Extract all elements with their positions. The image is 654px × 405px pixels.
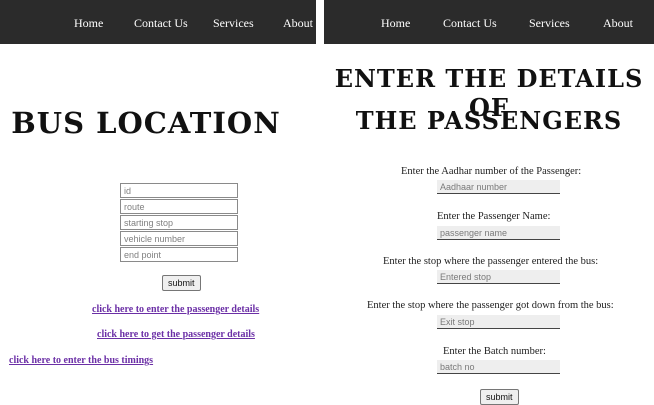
entered-stop-prompt: Enter the stop where the passenger enter… — [383, 256, 599, 267]
right-navbar: Home Contact Us Services About — [324, 0, 654, 44]
get-passenger-details-link[interactable]: click here to get the passenger details — [97, 329, 255, 340]
passenger-name-prompt: Enter the Passenger Name: — [437, 211, 551, 222]
page-title: BUS LOCATION — [11, 106, 281, 140]
left-navbar: Home Contact Us Services About — [0, 0, 316, 44]
aadhar-prompt: Enter the Aadhar number of the Passenger… — [401, 166, 582, 177]
bus-location-panel: Home Contact Us Services About BUS LOCAT… — [0, 0, 316, 405]
batch-number-prompt: Enter the Batch number: — [443, 346, 546, 357]
entered-stop-input[interactable] — [437, 270, 560, 284]
nav-contact-us-link[interactable]: Contact Us — [134, 16, 188, 31]
vehicle-number-input[interactable] — [120, 231, 238, 246]
nav-home-link[interactable]: Home — [74, 16, 103, 31]
end-point-input[interactable] — [120, 247, 238, 262]
route-input[interactable] — [120, 199, 238, 214]
nav-services-link[interactable]: Services — [529, 16, 570, 31]
nav-about-link[interactable]: About — [283, 16, 313, 31]
passenger-name-input[interactable] — [437, 226, 560, 240]
passenger-submit-button[interactable]: submit — [480, 389, 519, 405]
nav-contact-us-link[interactable]: Contact Us — [443, 16, 497, 31]
batch-number-input[interactable] — [437, 360, 560, 374]
enter-passenger-details-link[interactable]: click here to enter the passenger detail… — [92, 304, 259, 315]
nav-services-link[interactable]: Services — [213, 16, 254, 31]
aadhaar-number-input[interactable] — [437, 180, 560, 194]
page-title-line-2: THE PASSENGERS — [355, 106, 623, 135]
passenger-details-panel: Home Contact Us Services About ENTER THE… — [324, 0, 654, 405]
nav-home-link[interactable]: Home — [381, 16, 410, 31]
id-input[interactable] — [120, 183, 238, 198]
exit-stop-input[interactable] — [437, 315, 560, 329]
submit-button[interactable]: submit — [162, 275, 201, 291]
nav-about-link[interactable]: About — [603, 16, 633, 31]
exit-stop-prompt: Enter the stop where the passenger got d… — [367, 300, 614, 311]
enter-bus-timings-link[interactable]: click here to enter the bus timings — [9, 355, 153, 366]
starting-stop-input[interactable] — [120, 215, 238, 230]
